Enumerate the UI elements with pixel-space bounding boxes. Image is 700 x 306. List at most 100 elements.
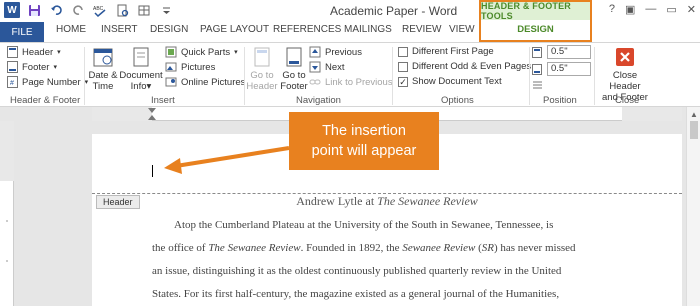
go-to-header-button[interactable]: Go to Header <box>245 46 279 92</box>
paragraph-line-2: the office of The Sewanee Review. Founde… <box>152 242 576 254</box>
tab-home[interactable]: HOME <box>56 24 86 35</box>
paragraph-line-1: Atop the Cumberland Plateau at the Unive… <box>174 219 554 231</box>
header-position-icon <box>531 46 543 58</box>
group-label-navigation: Navigation <box>296 95 341 106</box>
tab-page-layout[interactable]: PAGE LAYOUT <box>200 24 269 35</box>
spelling-icon[interactable]: ABC <box>92 2 108 18</box>
contextual-group-title: HEADER & FOOTER TOOLS <box>481 1 590 21</box>
group-label-options: Options <box>441 95 474 106</box>
chevron-down-icon: ▾ <box>234 49 238 56</box>
previous-icon <box>309 46 321 58</box>
pictures-icon <box>165 61 177 73</box>
footer-icon <box>6 61 18 73</box>
tab-view[interactable]: VIEW <box>449 24 475 35</box>
show-document-text-checkbox[interactable]: ✓ Show Document Text <box>398 76 502 87</box>
link-to-previous-button[interactable]: Link to Previous <box>309 76 393 88</box>
previous-button[interactable]: Previous <box>309 46 362 58</box>
undo-icon[interactable] <box>48 2 64 18</box>
next-icon <box>309 61 321 73</box>
checkbox-checked: ✓ <box>398 76 408 87</box>
scroll-thumb[interactable] <box>690 121 698 139</box>
vertical-ruler[interactable] <box>0 121 14 306</box>
group-separator <box>529 47 530 105</box>
svg-text:ABC: ABC <box>93 6 104 12</box>
tab-file[interactable]: FILE <box>0 22 44 42</box>
header-from-top: 0.5" <box>531 45 591 59</box>
tab-references[interactable]: REFERENCES <box>273 24 341 35</box>
page-number-icon: # <box>6 76 18 88</box>
window-title: Academic Paper - Word <box>330 4 458 18</box>
header-icon <box>6 46 18 58</box>
different-first-page-checkbox[interactable]: Different First Page <box>398 46 494 57</box>
tab-design[interactable]: DESIGN <box>150 24 188 35</box>
minimize-button[interactable]: — <box>645 3 656 16</box>
page-number-button[interactable]: # Page Number ▾ <box>6 76 88 88</box>
draw-table-icon[interactable] <box>136 2 152 18</box>
svg-text:#: # <box>10 80 14 87</box>
document-title: Andrew Lytle at The Sewanee Review <box>296 194 478 208</box>
next-button[interactable]: Next <box>309 61 345 73</box>
restore-button[interactable]: ▭ <box>666 3 676 16</box>
group-label-header-footer: Header & Footer <box>10 95 81 106</box>
quick-parts-button[interactable]: Quick Parts ▾ <box>165 46 238 58</box>
go-to-footer-button[interactable]: Go to Footer <box>277 46 311 92</box>
quick-access-toolbar: W ABC <box>4 2 174 18</box>
paragraph-line-3: an issue, distinguishing it as the oldes… <box>152 265 562 277</box>
online-pictures-icon <box>165 76 177 88</box>
redo-icon[interactable] <box>70 2 86 18</box>
close-window-button[interactable]: ✕ <box>687 3 696 16</box>
group-separator <box>84 47 85 105</box>
group-label-insert: Insert <box>151 95 175 106</box>
header-footer-tools-group: HEADER & FOOTER TOOLS DESIGN <box>479 0 592 42</box>
window-controls: ? ▣ — ▭ ✕ <box>609 3 696 16</box>
tab-insert[interactable]: INSERT <box>101 24 138 35</box>
calendar-icon <box>93 48 113 67</box>
tab-review[interactable]: REVIEW <box>402 24 441 35</box>
word-app-icon[interactable]: W <box>4 2 20 18</box>
different-odd-even-checkbox[interactable]: Different Odd & Even Pages <box>398 61 531 72</box>
ribbon-display-options-icon[interactable]: ▣ <box>625 3 635 16</box>
tab-header-footer-design[interactable]: DESIGN <box>481 20 590 39</box>
online-pictures-button[interactable]: Online Pictures <box>165 76 245 88</box>
ribbon: Header ▾ Footer ▾ # Page Number ▾ Header… <box>0 42 700 107</box>
insert-alignment-tab-button[interactable] <box>531 79 543 91</box>
footer-position-icon <box>531 63 543 75</box>
date-time-button[interactable]: Date & Time <box>86 46 120 92</box>
ribbon-tabs: FILE HOME INSERT DESIGN PAGE LAYOUT REFE… <box>0 22 700 42</box>
scroll-up-icon[interactable]: ▲ <box>690 110 698 119</box>
annotation-callout: The insertion point will appear <box>289 112 439 170</box>
close-icon <box>616 48 634 66</box>
vertical-scrollbar[interactable]: ▲ <box>686 107 700 306</box>
go-to-footer-icon <box>286 47 302 67</box>
word-window: W ABC Academic Paper - Word ? ▣ — ▭ ✕ FI… <box>0 0 700 306</box>
pictures-button[interactable]: Pictures <box>165 61 215 73</box>
checkbox-unchecked <box>398 61 408 72</box>
header-top-spinner[interactable]: 0.5" <box>547 45 591 59</box>
ruler-ticks <box>0 121 14 262</box>
go-to-header-icon <box>254 47 270 67</box>
link-icon <box>309 76 321 88</box>
group-separator <box>594 47 595 105</box>
document-info-icon <box>133 47 149 67</box>
header-button[interactable]: Header ▾ <box>6 46 61 58</box>
document-info-button[interactable]: Document Info▾ <box>119 46 163 92</box>
tab-mailings[interactable]: MAILINGS <box>344 24 392 35</box>
footer-bottom-spinner[interactable]: 0.5" <box>547 62 591 76</box>
group-label-close: Close <box>615 95 640 106</box>
quick-parts-icon <box>165 46 177 58</box>
print-preview-icon[interactable] <box>114 2 130 18</box>
help-icon[interactable]: ? <box>609 3 615 16</box>
checkbox-unchecked <box>398 46 408 57</box>
chevron-down-icon: ▾ <box>57 49 61 56</box>
group-separator <box>392 47 393 105</box>
footer-button[interactable]: Footer ▾ <box>6 61 57 73</box>
footer-from-bottom: 0.5" <box>531 62 591 76</box>
insertion-point <box>152 165 153 177</box>
save-icon[interactable] <box>26 2 42 18</box>
group-label-position: Position <box>543 95 577 106</box>
alignment-tab-icon <box>531 79 543 91</box>
paragraph-line-4: States. For its first half-century, the … <box>152 288 560 300</box>
chevron-down-icon: ▾ <box>53 64 57 71</box>
customize-qat-icon[interactable] <box>158 2 174 18</box>
title-bar: W ABC Academic Paper - Word ? ▣ — ▭ ✕ <box>0 0 700 22</box>
